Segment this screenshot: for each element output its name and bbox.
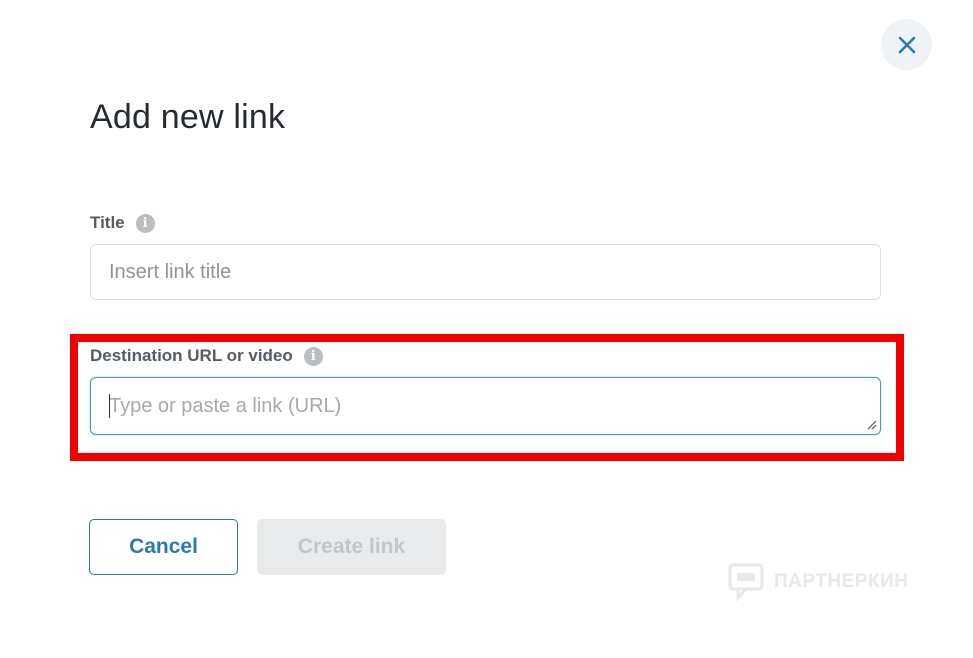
add-link-dialog: Add new link Title i Destination URL or … (0, 0, 973, 658)
watermark-logo-icon (728, 563, 764, 601)
cancel-button[interactable]: Cancel (89, 519, 238, 575)
watermark: ПАРТНЕРКИН (728, 563, 908, 601)
info-icon[interactable]: i (135, 213, 155, 233)
title-input[interactable] (90, 244, 881, 300)
create-link-button[interactable]: Create link (257, 519, 446, 575)
highlight-box (70, 334, 904, 461)
title-field-label-row: Title i (90, 213, 155, 233)
title-field-label: Title (90, 213, 125, 232)
watermark-text: ПАРТНЕРКИН (774, 571, 909, 592)
close-icon (898, 36, 915, 53)
dialog-title: Add new link (90, 98, 286, 136)
close-button[interactable] (881, 19, 932, 70)
